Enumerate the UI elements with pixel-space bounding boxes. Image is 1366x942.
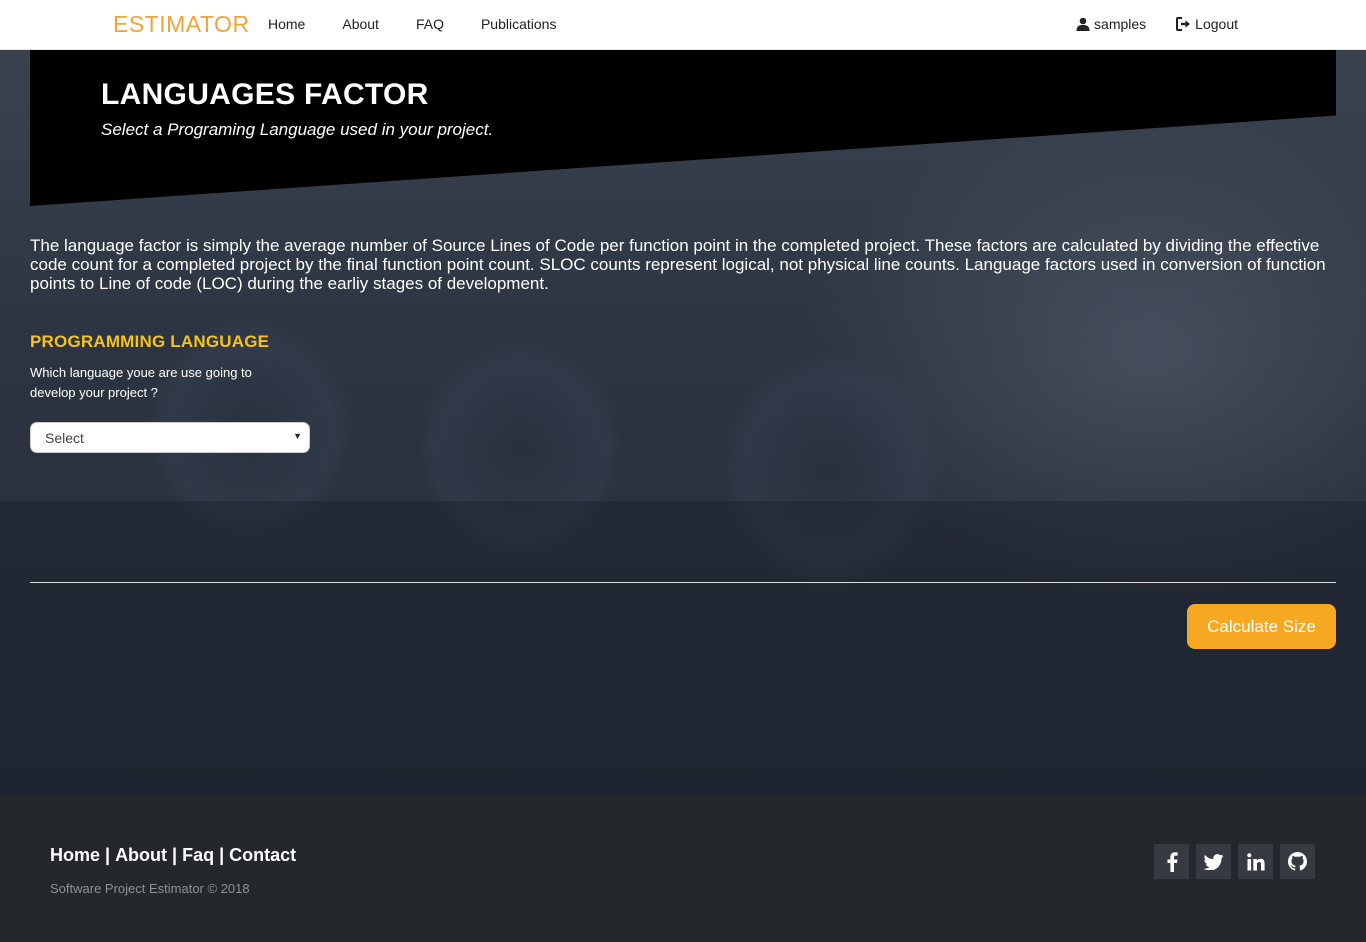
nav-user-area: samples Logout [1076, 16, 1238, 32]
logout-label: Logout [1195, 16, 1238, 32]
calculate-size-button[interactable]: Calculate Size [1187, 604, 1336, 649]
programming-language-heading: PROGRAMMING LANGUAGE [30, 332, 270, 351]
estimator-logo[interactable]: ESTIMATOR [113, 11, 250, 38]
logout-icon [1176, 17, 1191, 31]
footer-link-faq[interactable]: Faq [182, 845, 214, 865]
divider [30, 582, 1336, 583]
footer-link-home[interactable]: Home [50, 845, 100, 865]
footer-separator: | [219, 845, 225, 865]
twitter-icon [1203, 853, 1223, 870]
logout-link[interactable]: Logout [1176, 16, 1238, 32]
nav-link-about[interactable]: About [342, 16, 379, 32]
nav-links: Home About FAQ Publications [268, 16, 593, 32]
nav-link-publications[interactable]: Publications [481, 16, 557, 32]
language-question: Which language youe are use going to dev… [30, 365, 252, 400]
footer-links: Home | About | Faq | Contact [50, 845, 296, 866]
language-select-value: Select [45, 430, 84, 446]
facebook-icon [1167, 851, 1178, 872]
nav-link-home[interactable]: Home [268, 16, 305, 32]
footer-separator: | [105, 845, 111, 865]
language-select[interactable]: Select ▼ [30, 422, 310, 453]
page-title: LANGUAGES FACTOR [101, 78, 429, 111]
user-name: samples [1094, 16, 1147, 32]
footer-link-contact[interactable]: Contact [229, 845, 296, 865]
user-icon [1076, 17, 1090, 31]
footer-link-about[interactable]: About [115, 845, 167, 865]
main-content: LANGUAGES FACTOR Select a Programing Lan… [0, 50, 1366, 794]
linkedin-link[interactable] [1238, 844, 1273, 879]
language-factor-description: The language factor is simply the averag… [30, 236, 1326, 293]
page-subtitle: Select a Programing Language used in you… [101, 120, 494, 139]
top-navbar: ESTIMATOR Home About FAQ Publications sa… [0, 0, 1366, 50]
background-band [0, 501, 1366, 794]
footer-separator: | [172, 845, 178, 865]
social-links [1154, 844, 1315, 879]
github-icon [1288, 852, 1307, 871]
linkedin-icon [1246, 852, 1265, 870]
twitter-link[interactable] [1196, 844, 1231, 879]
nav-link-faq[interactable]: FAQ [416, 16, 444, 32]
footer: Home | About | Faq | Contact Software Project … [0, 794, 1366, 942]
facebook-link[interactable] [1154, 844, 1189, 879]
github-link[interactable] [1280, 844, 1315, 879]
user-link[interactable]: samples [1076, 16, 1146, 32]
copyright: Software Project Estimator © 2018 [50, 881, 250, 896]
caret-down-icon: ▼ [293, 431, 302, 441]
